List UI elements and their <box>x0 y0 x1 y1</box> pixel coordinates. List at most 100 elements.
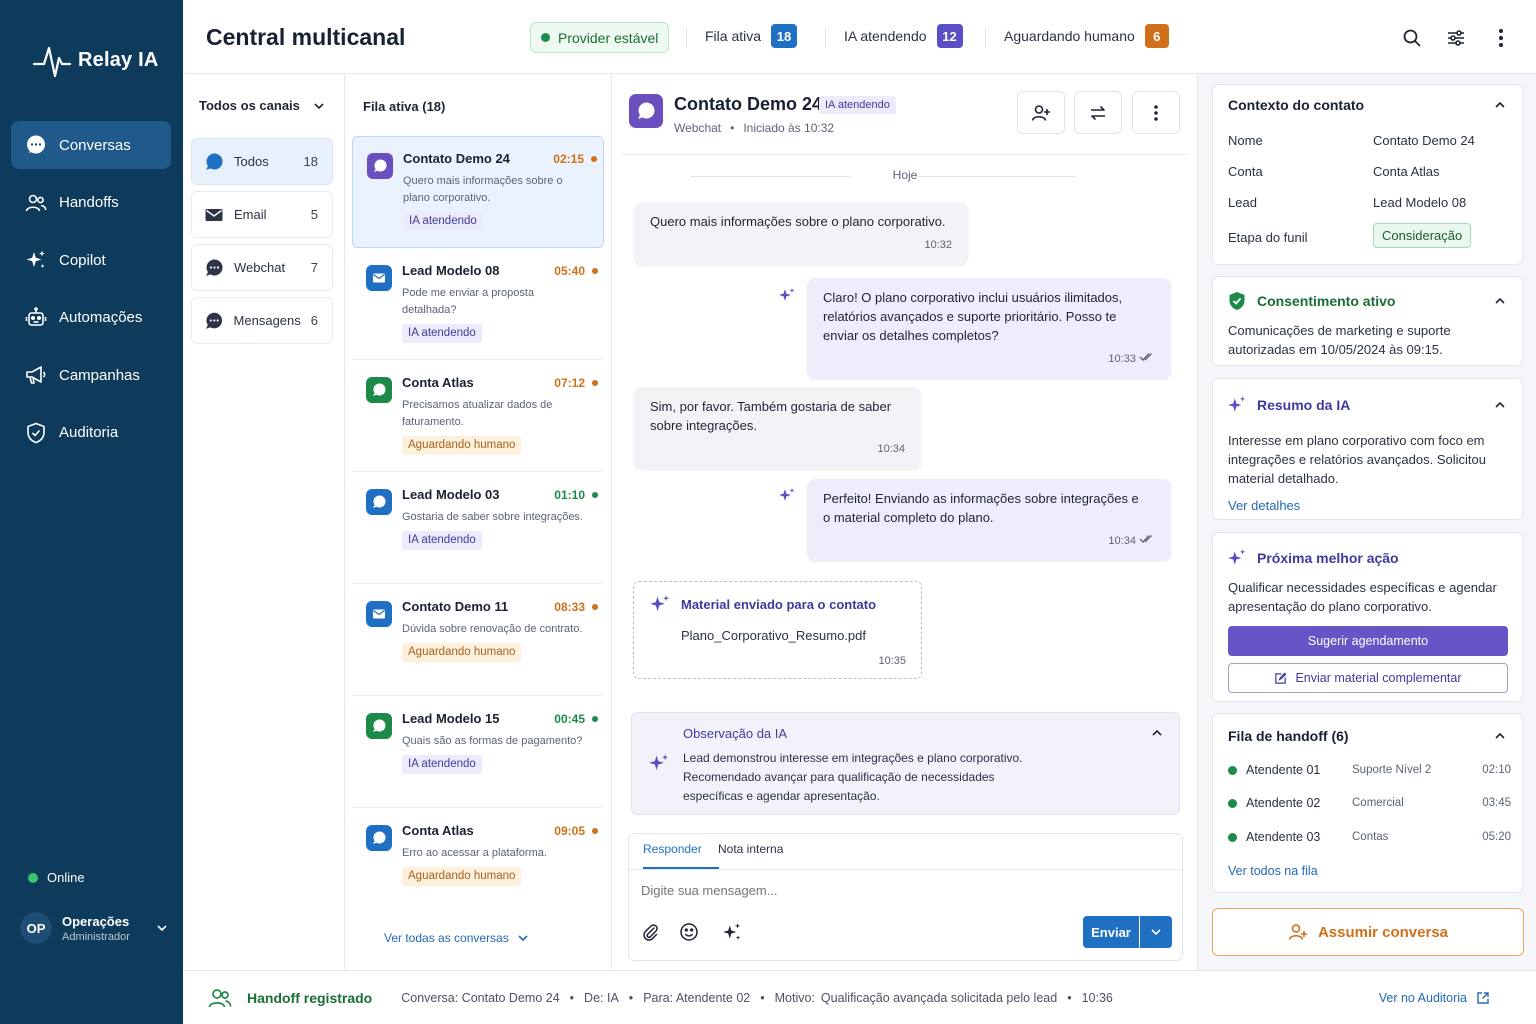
chat-more-button[interactable] <box>1132 91 1180 134</box>
message-input[interactable] <box>641 878 1161 902</box>
app-logo[interactable]: Relay IA <box>32 38 159 82</box>
chevron-up-icon[interactable] <box>1494 99 1506 111</box>
queue-agent-row[interactable]: Atendente 03 Contas 05:20 <box>1228 830 1511 844</box>
nav-item-auditoria[interactable]: Auditoria <box>11 409 171 457</box>
avatar: OP <box>20 912 52 944</box>
conversation-item[interactable]: Lead Modelo 03 01:10 Gostaria de saber s… <box>352 473 604 584</box>
channel-todos[interactable]: Todos 18 <box>191 138 333 185</box>
message-time: 10:34 <box>1108 535 1136 547</box>
nav-item-automacoes[interactable]: Automações <box>11 294 171 342</box>
attachment-icon[interactable] <box>641 922 659 942</box>
agent-name: Atendente 02 <box>1246 796 1321 810</box>
user-menu[interactable]: OP Operações Administrador <box>20 912 168 944</box>
queue-agent-row[interactable]: Atendente 02 Comercial 03:45 <box>1228 796 1511 810</box>
conversation-item[interactable]: Contato Demo 24 02:15 Quero mais informa… <box>352 136 604 248</box>
conversation-item[interactable]: Lead Modelo 08 05:40 Pode me enviar a pr… <box>352 249 604 360</box>
chat-status-badge: IA atendendo <box>819 96 896 114</box>
field-value: Lead Modelo 08 <box>1373 195 1467 210</box>
search-button[interactable] <box>1400 26 1424 50</box>
conversation-item[interactable]: Contato Demo 11 08:33 Dúvida sobre renov… <box>352 585 604 696</box>
field-value: Conta Atlas <box>1373 164 1440 179</box>
message-incoming: Quero mais informações sobre o plano cor… <box>634 202 968 265</box>
send-complementary-material-button[interactable]: Enviar material complementar <box>1228 663 1508 693</box>
sliders-icon <box>1448 30 1464 46</box>
footer-conversation: Conversa: Contato Demo 24 <box>401 990 560 1005</box>
send-button[interactable]: Enviar <box>1083 916 1139 948</box>
ai-sparkle-icon <box>1228 549 1246 565</box>
nav-item-copilot[interactable]: Copilot <box>11 236 171 284</box>
more-options-button[interactable] <box>1489 26 1513 50</box>
audit-link-label: Ver no Auditoria <box>1378 990 1467 1005</box>
tab-nota-interna[interactable]: Nota interna <box>718 842 783 856</box>
stat-aguardando-humano[interactable]: Aguardando humano 6 <box>1004 24 1169 48</box>
chevron-up-icon[interactable] <box>1494 399 1506 411</box>
queue-agent-row[interactable]: Atendente 01 Suporte Nível 2 02:10 <box>1228 763 1511 777</box>
funnel-stage-badge: Consideração <box>1373 223 1472 248</box>
stat-ia-atendendo[interactable]: IA atendendo 12 <box>844 24 963 48</box>
transfer-button[interactable] <box>1074 91 1122 134</box>
composer-divider <box>629 869 1182 870</box>
message-text: Claro! O plano corporativo inclui usuári… <box>823 290 1123 343</box>
message-text: Perfeito! Enviando as informações sobre … <box>823 491 1139 525</box>
sidebar: Relay IA Conversas Handoffs Copilot Auto… <box>0 0 183 1024</box>
nav-item-campanhas[interactable]: Campanhas <box>11 351 171 399</box>
conversation-preview: Pode me enviar a proposta detalhada? <box>402 287 535 316</box>
filters-button[interactable] <box>1444 26 1468 50</box>
channel-mensagens[interactable]: Mensagens 6 <box>191 297 333 344</box>
context-sidebar: Contexto do contato Nome Contato Demo 24… <box>1198 74 1536 970</box>
conversation-preview: Quais são as formas de pagamento? <box>402 735 583 747</box>
nav-item-handoffs[interactable]: Handoffs <box>11 179 171 227</box>
channel-email[interactable]: Email 5 <box>191 191 333 238</box>
tab-responder[interactable]: Responder <box>643 842 719 869</box>
status-tag: Aguardando humano <box>402 643 522 662</box>
card-title: Resumo da IA <box>1257 397 1351 413</box>
nav-item-conversas[interactable]: Conversas <box>11 121 171 169</box>
conversation-list: Fila ativa (18) Contato Demo 24 02:15 Qu… <box>345 74 612 970</box>
assume-conversation-button[interactable]: Assumir conversa <box>1212 908 1524 956</box>
status-dot <box>592 604 598 610</box>
see-all-conversations-link[interactable]: Ver todas as conversas <box>384 931 529 945</box>
conversation-item[interactable]: Lead Modelo 15 00:45 Quais são as formas… <box>352 697 604 808</box>
chevron-up-icon[interactable] <box>1151 727 1163 739</box>
separator: • <box>760 990 765 1005</box>
webchat-icon <box>638 102 655 119</box>
send-options-button[interactable] <box>1140 916 1172 948</box>
channel-count: 18 <box>303 154 318 169</box>
channel-label: Email <box>234 207 267 222</box>
sent-material-card[interactable]: Material enviado para o contato Plano_Co… <box>633 581 922 679</box>
ai-sparkle-icon <box>779 288 795 301</box>
message-outgoing-ai: Claro! O plano corporativo inclui usuári… <box>807 278 1171 379</box>
ai-summary-card: Resumo da IA Interesse em plano corporat… <box>1212 378 1523 520</box>
channel-webchat[interactable]: Webchat 7 <box>191 244 333 291</box>
list-title: Fila ativa (18) <box>363 99 446 114</box>
see-details-link[interactable]: Ver detalhes <box>1228 498 1300 513</box>
channel-filter-panel: Todos os canais Todos 18 Email 5 Webchat… <box>183 74 345 970</box>
nav-label: Campanhas <box>59 366 140 384</box>
next-best-action-card: Próxima melhor ação Qualificar necessida… <box>1212 532 1523 702</box>
assign-user-button[interactable] <box>1017 91 1065 134</box>
nav-label: Conversas <box>59 136 131 154</box>
message-time: 10:34 <box>877 443 905 455</box>
conversation-item[interactable]: Conta Atlas 09:05 Erro ao acessar a plat… <box>352 809 604 920</box>
stat-count-badge: 6 <box>1144 24 1169 48</box>
audit-link[interactable]: Ver no Auditoria <box>1379 991 1490 1005</box>
consent-text: Comunicações de marketing e suporte auto… <box>1228 323 1451 357</box>
status-dot <box>592 268 598 274</box>
status-tag: Aguardando humano <box>402 867 522 886</box>
chevron-up-icon[interactable] <box>1494 730 1506 742</box>
chevron-up-icon[interactable] <box>1494 295 1506 307</box>
channel-filter-dropdown[interactable]: Todos os canais <box>199 98 325 113</box>
channel-count: 7 <box>310 260 318 275</box>
conversation-time: 07:12 <box>554 376 585 390</box>
message-outgoing-ai: Perfeito! Enviando as informações sobre … <box>807 479 1171 561</box>
stat-fila-ativa[interactable]: Fila ativa 18 <box>705 24 798 48</box>
suggest-scheduling-button[interactable]: Sugerir agendamento <box>1228 626 1508 656</box>
ai-sparkle-icon[interactable] <box>722 922 742 942</box>
material-file-link[interactable]: Plano_Corporativo_Resumo.pdf <box>681 628 866 643</box>
see-queue-link[interactable]: Ver todos na fila <box>1228 864 1318 878</box>
emoji-icon[interactable] <box>679 922 699 942</box>
message-incoming: Sim, por favor. Também gostaria de saber… <box>634 387 921 469</box>
card-title: Consentimento ativo <box>1257 293 1396 309</box>
conversation-item[interactable]: Conta Atlas 07:12 Precisamos atualizar d… <box>352 361 604 472</box>
card-title: Próxima melhor ação <box>1257 550 1399 566</box>
